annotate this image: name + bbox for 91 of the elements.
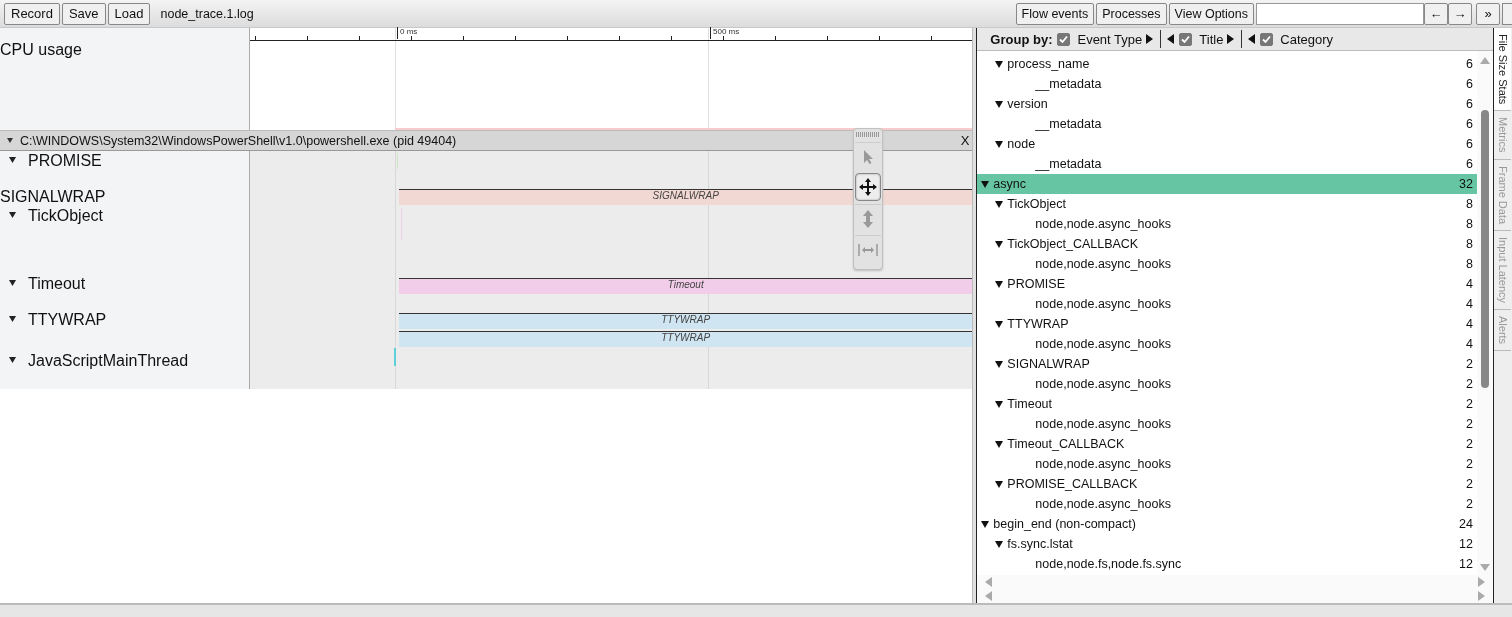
vertical-arrows-icon [862, 208, 874, 229]
pointer-icon [861, 148, 875, 165]
move-left-icon[interactable] [1248, 34, 1257, 44]
collapse-icon[interactable] [9, 316, 16, 322]
move-left-icon[interactable] [1167, 34, 1176, 44]
track-label: TickObject [28, 206, 103, 226]
track-label: PROMISE [28, 151, 102, 171]
collapse-icon[interactable] [995, 280, 1004, 288]
tree-row[interactable]: node,node.async_hooks 2 [977, 454, 1477, 474]
tree-row[interactable]: node 6 [977, 134, 1477, 154]
close-button[interactable]: X [960, 133, 970, 148]
track-label: SIGNALWRAP [0, 187, 106, 207]
trace-slice[interactable]: SIGNALWRAP [399, 189, 973, 205]
search-field[interactable] [1256, 2, 1424, 25]
process-header[interactable]: C:\WINDOWS\System32\WindowsPowerShell\v1.0\powershell.exe (pid 49404) X [0, 130, 973, 151]
group-by-option: Title [1199, 31, 1224, 47]
tree-row[interactable]: node,node.async_hooks 4 [977, 334, 1477, 354]
tree-row[interactable]: __metadata 6 [977, 114, 1477, 134]
collapse-icon[interactable] [995, 100, 1004, 108]
tree-row[interactable]: TTYWRAP 4 [977, 314, 1477, 334]
tree-row[interactable]: fs.sync.lstat 12 [977, 534, 1477, 554]
range-icon [858, 242, 878, 257]
collapse-icon[interactable] [995, 240, 1004, 248]
collapse-icon[interactable] [9, 212, 16, 218]
toolbar-button[interactable]: Record [4, 2, 60, 25]
collapse-icon[interactable] [995, 60, 1004, 68]
collapse-icon[interactable] [995, 360, 1004, 368]
collapse-icon[interactable] [995, 320, 1004, 328]
collapse-icon[interactable] [7, 138, 13, 143]
tree-row[interactable]: begin_end (non-compact) 24 [977, 514, 1477, 534]
tool-button[interactable] [855, 173, 881, 201]
move-right-icon[interactable] [1227, 34, 1236, 44]
tree-row[interactable]: node,node.async_hooks 2 [977, 414, 1477, 434]
collapse-icon[interactable] [995, 440, 1004, 448]
tree-row[interactable]: node,node.async_hooks 8 [977, 214, 1477, 234]
toolbar-button[interactable]: Save [61, 2, 106, 25]
tree-row[interactable]: Timeout_CALLBACK 2 [977, 434, 1477, 454]
collapse-icon[interactable] [995, 540, 1004, 548]
tree-row[interactable]: node,node.fs,node.fs.sync 12 [977, 554, 1477, 574]
collapse-icon[interactable] [9, 357, 16, 363]
event-mark [394, 348, 396, 366]
tree-row[interactable]: SIGNALWRAP 2 [977, 354, 1477, 374]
help-button[interactable] [1502, 2, 1512, 25]
group-by-option: Category [1280, 31, 1334, 47]
tree-row[interactable]: __metadata 6 [977, 74, 1477, 94]
tree-row[interactable]: TickObject_CALLBACK 8 [977, 234, 1477, 254]
toolbar-button[interactable]: Processes [1096, 2, 1167, 25]
collapse-icon[interactable] [995, 400, 1004, 408]
nav-button[interactable]: → [1448, 2, 1472, 25]
collapse-icon[interactable] [995, 480, 1004, 488]
nav-button[interactable]: ← [1424, 2, 1448, 25]
tree-row[interactable]: __metadata 6 [977, 154, 1477, 174]
group-by-option: Event Type [1077, 31, 1143, 47]
tree-row[interactable]: async 32 [977, 174, 1477, 194]
more-button[interactable]: » [1476, 2, 1500, 25]
toolbar-button[interactable]: Flow events [1015, 2, 1095, 25]
tree-row[interactable]: Timeout 2 [977, 394, 1477, 414]
time-ruler: 0 ms 500 ms [250, 28, 973, 41]
file-name: node_trace.1.log [160, 6, 254, 21]
trace-slice[interactable]: TTYWRAP [399, 331, 973, 347]
trace-slice[interactable]: TTYWRAP [399, 313, 973, 329]
checkbox[interactable] [1057, 32, 1071, 46]
tree-row[interactable]: node,node.async_hooks 2 [977, 374, 1477, 394]
collapse-icon[interactable] [9, 157, 16, 163]
move-icon [858, 177, 878, 197]
checkbox[interactable] [1179, 32, 1193, 46]
drag-handle[interactable] [856, 132, 880, 137]
toolbar-button[interactable]: View Options [1168, 2, 1254, 25]
track-label: TTYWRAP [28, 310, 107, 330]
collapse-icon[interactable] [9, 280, 16, 286]
track-label: Timeout [28, 274, 86, 294]
collapse-icon[interactable] [981, 180, 990, 188]
tree-row[interactable]: process_name 6 [977, 54, 1477, 74]
toolbar-button[interactable]: Load [107, 2, 151, 25]
collapse-icon[interactable] [995, 200, 1004, 208]
trace-slice[interactable]: Timeout [399, 278, 973, 294]
track-label: CPU usage [0, 41, 82, 59]
collapse-icon[interactable] [981, 520, 990, 528]
group-by-label: Group by: [990, 31, 1053, 47]
tree-row[interactable]: node,node.async_hooks 8 [977, 254, 1477, 274]
tree-row[interactable]: node,node.async_hooks 2 [977, 494, 1477, 514]
move-right-icon[interactable] [1146, 34, 1155, 44]
tree-row[interactable]: PROMISE 4 [977, 274, 1477, 294]
tree-row[interactable]: node,node.async_hooks 4 [977, 294, 1477, 314]
tree-row[interactable]: PROMISE_CALLBACK 2 [977, 474, 1477, 494]
checkbox[interactable] [1260, 32, 1274, 46]
track-label: JavaScriptMainThread [28, 351, 189, 371]
collapse-icon[interactable] [995, 140, 1004, 148]
tree-row[interactable]: TickObject 8 [977, 194, 1477, 214]
tree-row[interactable]: version 6 [977, 94, 1477, 114]
side-tab[interactable]: File Size Stats [1494, 28, 1511, 112]
